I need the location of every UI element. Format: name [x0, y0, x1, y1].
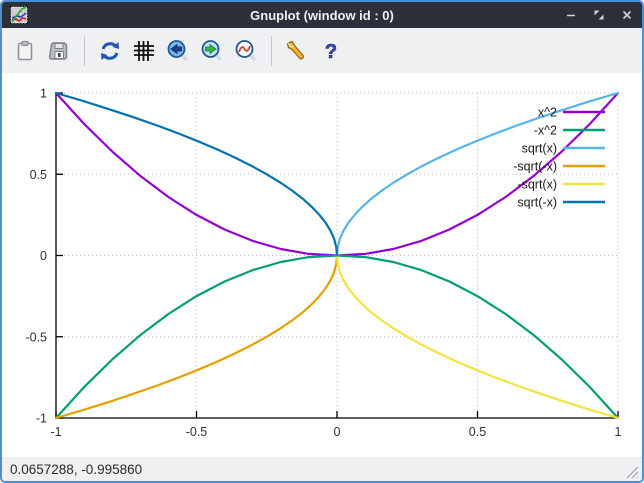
save-image-icon — [47, 39, 71, 63]
svg-text:1: 1 — [615, 425, 622, 439]
help-icon: ? — [320, 39, 342, 63]
svg-text:0.5: 0.5 — [30, 168, 47, 182]
status-bar: 0.0657288, -0.995860 — [2, 457, 642, 481]
svg-text:-x^2: -x^2 — [534, 124, 557, 138]
restore-icon — [593, 9, 605, 21]
svg-text:0: 0 — [334, 425, 341, 439]
copy-clipboard-button[interactable] — [9, 35, 41, 67]
cursor-coordinates: 0.0657288, -0.995860 — [10, 462, 142, 477]
window-title: Gnuplot (window id : 0) — [2, 8, 642, 23]
toolbar-separator — [271, 36, 272, 66]
title-bar[interactable]: Gnuplot (window id : 0) — [2, 2, 642, 28]
svg-text:-sqrt(-x): -sqrt(-x) — [513, 160, 557, 174]
autoscale-icon — [234, 39, 258, 63]
toolbar-separator — [84, 36, 85, 66]
autoscale-button[interactable] — [230, 35, 262, 67]
gnuplot-window: Gnuplot (window id : 0) — [0, 0, 644, 483]
svg-text:-0.5: -0.5 — [25, 330, 47, 344]
svg-text:sqrt(-x): sqrt(-x) — [517, 196, 557, 210]
plot-svg: -1 -0.5 0 0.5 1 -1 -0.5 0 0.5 1 x^2 -x^2 sqrt(x) -sqr… — [2, 73, 642, 457]
grid-icon — [133, 40, 155, 62]
svg-text:-sqrt(x): -sqrt(x) — [517, 178, 557, 192]
gnuplot-app-icon — [10, 6, 28, 24]
svg-text:0.5: 0.5 — [469, 425, 486, 439]
svg-text:x^2: x^2 — [538, 106, 557, 120]
close-icon — [621, 9, 633, 21]
settings-button[interactable] — [281, 35, 313, 67]
svg-text:0: 0 — [40, 249, 47, 263]
help-button[interactable]: ? — [315, 35, 347, 67]
svg-text:?: ? — [325, 41, 337, 63]
svg-text:-0.5: -0.5 — [186, 425, 208, 439]
zoom-previous-icon — [166, 39, 190, 63]
minimize-icon — [565, 9, 577, 21]
zoom-next-button[interactable] — [196, 35, 228, 67]
svg-text:-1: -1 — [50, 425, 61, 439]
resize-grip[interactable] — [623, 463, 639, 479]
clipboard-icon — [14, 39, 36, 63]
grid-toggle-button[interactable] — [128, 35, 160, 67]
refresh-icon — [98, 39, 122, 63]
plot-canvas[interactable]: -1 -0.5 0 0.5 1 -1 -0.5 0 0.5 1 x^2 -x^2 sqrt(x) -sqr… — [2, 73, 642, 457]
wrench-icon — [285, 39, 309, 63]
zoom-next-icon — [200, 39, 224, 63]
toolbar: ? — [2, 28, 642, 73]
svg-text:sqrt(x): sqrt(x) — [522, 142, 557, 156]
zoom-previous-button[interactable] — [162, 35, 194, 67]
close-button[interactable] — [620, 8, 634, 22]
restore-button[interactable] — [592, 8, 606, 22]
replot-button[interactable] — [94, 35, 126, 67]
svg-text:-1: -1 — [36, 412, 47, 426]
svg-text:1: 1 — [40, 87, 47, 101]
minimize-button[interactable] — [564, 8, 578, 22]
export-image-button[interactable] — [43, 35, 75, 67]
